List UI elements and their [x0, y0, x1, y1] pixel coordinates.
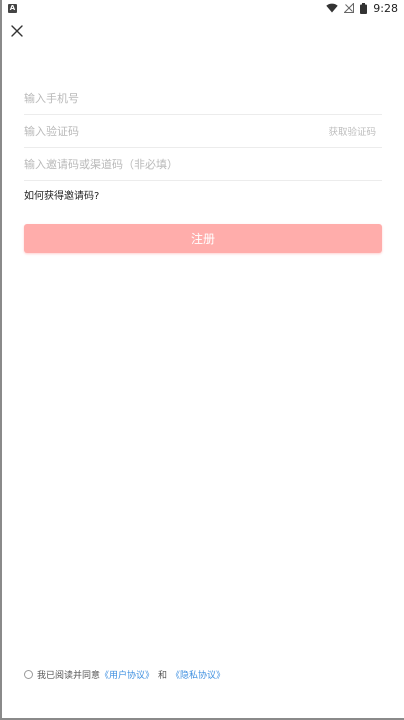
- close-icon: [11, 25, 23, 37]
- battery-icon: [360, 2, 368, 14]
- agreement-and: 和: [158, 671, 168, 681]
- invite-code-input[interactable]: [24, 157, 304, 171]
- verification-code-input[interactable]: [24, 124, 304, 138]
- phone-input[interactable]: [24, 91, 304, 105]
- phone-field-row: [24, 82, 382, 115]
- wifi-icon: [326, 3, 338, 13]
- register-button[interactable]: 注册: [24, 224, 382, 253]
- user-agreement-link[interactable]: 《用户协议》: [100, 668, 154, 681]
- frame-border-left: [0, 0, 2, 720]
- get-code-button[interactable]: 获取验证码: [328, 124, 376, 138]
- privacy-agreement-link[interactable]: 《隐私协议》: [171, 668, 225, 681]
- agreement-row: 我已阅读并同意 《用户协议》 和 《隐私协议》: [24, 668, 225, 681]
- close-button[interactable]: [8, 22, 26, 40]
- invite-help-link[interactable]: 如何获得邀请码?: [24, 187, 382, 202]
- register-form: 获取验证码 如何获得邀请码?: [24, 82, 382, 202]
- status-bar: A 9:28: [0, 0, 404, 16]
- notification-badge: A: [8, 3, 17, 13]
- code-field-row: 获取验证码: [24, 115, 382, 148]
- agreement-radio[interactable]: [24, 670, 33, 679]
- status-time: 9:28: [373, 1, 398, 15]
- agreement-prefix: 我已阅读并同意: [37, 671, 101, 681]
- status-left: A: [8, 3, 17, 13]
- signal-off-icon: [344, 3, 355, 13]
- status-right: 9:28: [326, 2, 398, 15]
- invite-field-row: [24, 148, 382, 181]
